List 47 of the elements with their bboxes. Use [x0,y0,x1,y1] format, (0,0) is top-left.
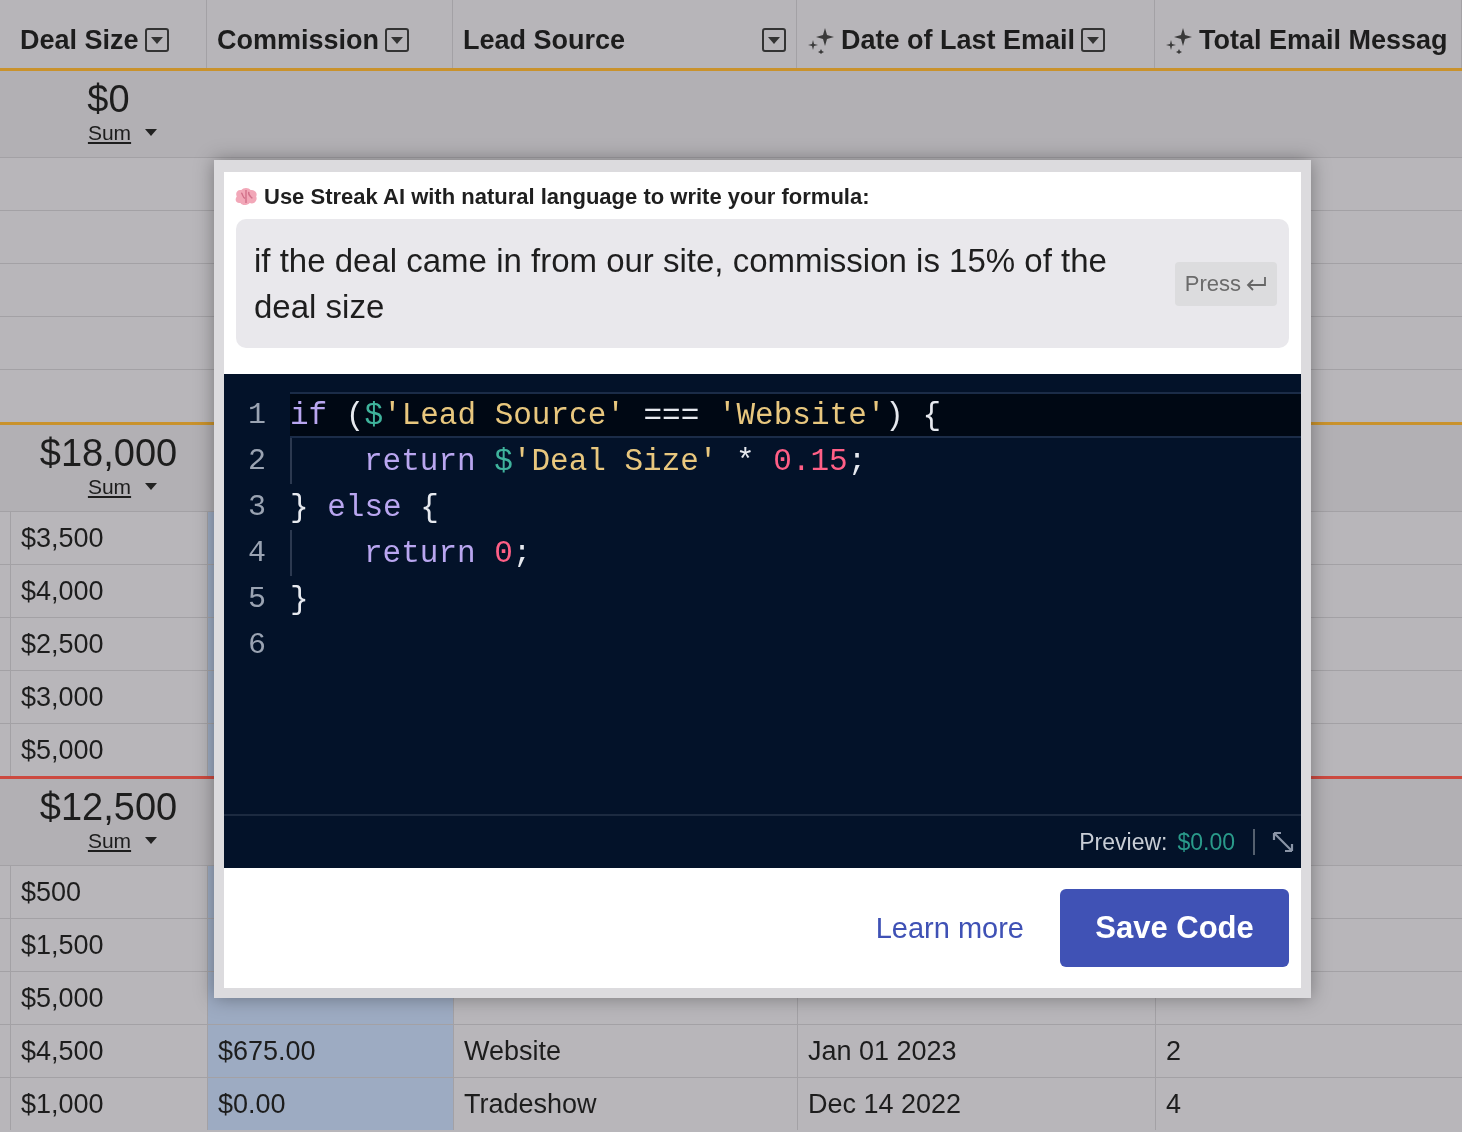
table-cell: Jan 01 2023 [798,1025,1156,1077]
line-number: 5 [247,582,267,616]
caret-icon [145,483,158,491]
line-number: 6 [247,628,267,662]
save-code-button[interactable]: Save Code [1060,889,1289,967]
column-title[interactable]: Commission [217,24,380,56]
table-cell: Website [454,1025,798,1077]
column-title[interactable]: Total Email Messag [1199,24,1448,56]
prompt-field[interactable]: if the deal came in from our site, commission is 15% of the deal size Press [236,219,1289,348]
brain-icon [234,187,258,206]
code-editor[interactable]: 1 if ($'Lead Source' === 'Website') { 2 return $'Deal Size' * 0.15; 3 } else { 4 return 0; 5 } 6 Preview: $0.00 [224,374,1301,868]
code-line: return 0; [290,530,1301,576]
aggregate-selector[interactable]: Sum [87,475,158,499]
table-cell: Tradeshow [454,1078,798,1130]
column-title[interactable]: Lead Source [463,24,626,56]
column-title[interactable]: Deal Size [20,24,139,56]
learn-more-link[interactable]: Learn more [875,911,1024,945]
prompt-label: Use Streak AI with natural language to write your formula: [264,183,870,210]
table-cell: 4 [1156,1078,1462,1130]
dropdown-icon[interactable] [762,28,786,52]
aggregate-selector[interactable]: Sum [87,829,158,853]
table-cell: Dec 14 2022 [798,1078,1156,1130]
preview-label: Preview: [1079,828,1168,856]
line-number: 3 [247,490,267,524]
column-title[interactable]: Date of Last Email [841,24,1076,56]
aggregate-selector[interactable]: Sum [87,121,158,145]
code-line: return $'Deal Size' * 0.15; [290,438,1301,484]
line-number: 4 [247,536,267,570]
table-cell: $0.00 [208,1078,454,1130]
dropdown-icon[interactable] [385,28,410,52]
code-line: } else { [290,488,440,527]
line-number: 1 [247,398,267,432]
group-total: $12,500 [39,785,178,829]
table-cell: $675.00 [208,1025,454,1077]
preview-value: $0.00 [1177,828,1235,856]
group-total: $0 [87,77,130,121]
press-enter-button[interactable]: Press [1174,261,1277,306]
enter-icon [1245,275,1267,292]
dropdown-icon[interactable] [1081,28,1106,52]
dropdown-icon[interactable] [144,28,169,52]
resize-icon[interactable] [1271,830,1295,854]
group-total: $18,000 [39,431,178,475]
line-number: 2 [247,444,267,478]
caret-icon [145,129,158,137]
code-line: } [290,580,310,619]
caret-icon [145,837,158,845]
table-cell: 2 [1156,1025,1462,1077]
